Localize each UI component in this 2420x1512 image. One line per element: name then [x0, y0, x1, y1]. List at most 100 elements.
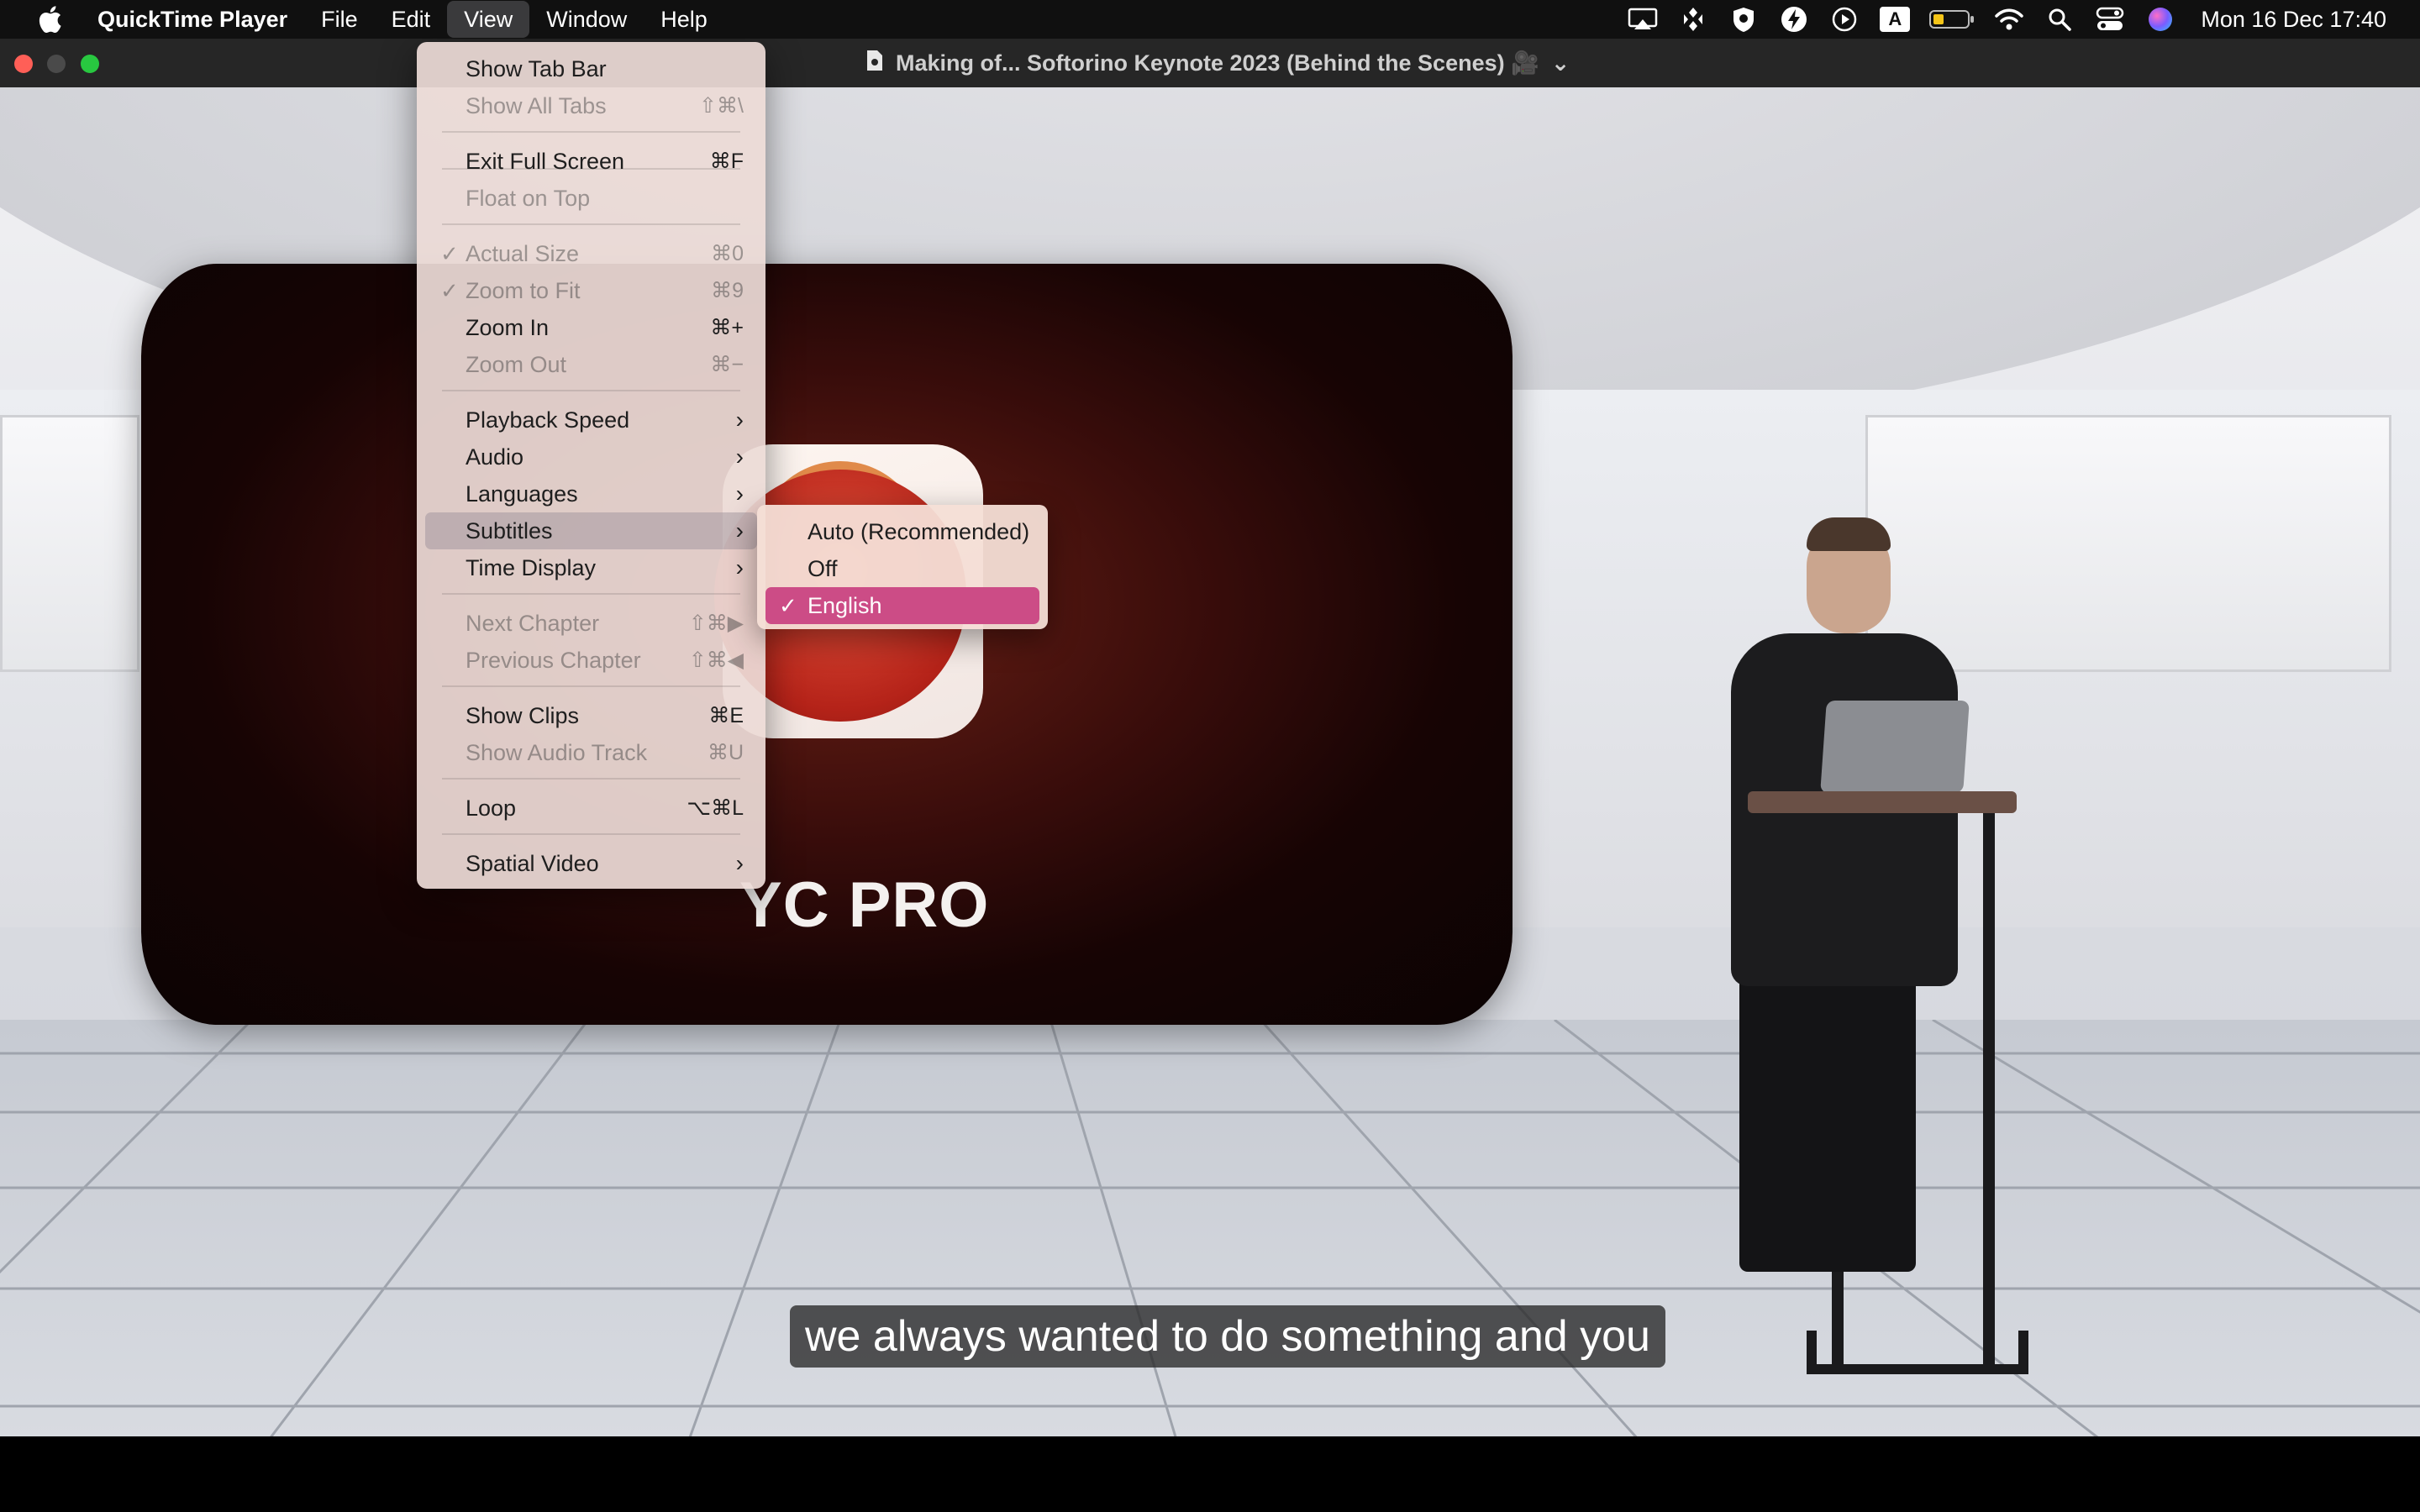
menu-separator — [442, 390, 740, 391]
menu-item-label: Exit Full Screen — [466, 148, 625, 174]
menu-item-exit-full-screen[interactable]: Exit Full Screen ⌘F — [425, 143, 757, 180]
chevron-right-icon: › — [735, 480, 744, 507]
menu-bar: QuickTime Player File Edit View Window H… — [0, 0, 2420, 39]
file-menu[interactable]: File — [304, 0, 375, 39]
subtitles-submenu: Auto (Recommended) Off ✓ English — [757, 505, 1048, 629]
table-leg — [1983, 810, 1995, 1364]
menu-bar-left: QuickTime Player File Edit View Window H… — [0, 0, 724, 39]
menu-item-label: Time Display — [466, 554, 597, 580]
menu-item-next-chapter: Next Chapter ⇧⌘▶ — [425, 605, 757, 642]
menu-item-shortcut: ⌘9 — [711, 279, 744, 302]
subtitle-option-english[interactable]: ✓ English — [765, 587, 1039, 624]
window-title-text: Making of... Softorino Keynote 2023 (Beh… — [896, 50, 1539, 76]
menu-item-label: Show All Tabs — [466, 92, 607, 118]
menu-item-label: Actual Size — [466, 240, 580, 266]
menu-item-shortcut: ⌘+ — [710, 316, 744, 339]
menu-item-label: Next Chapter — [466, 610, 600, 636]
checkmark-icon: ✓ — [440, 240, 459, 266]
menu-item-float-on-top: Float on Top — [425, 180, 757, 217]
menu-item-loop[interactable]: Loop ⌥⌘L — [425, 790, 757, 827]
presenter-legs — [1739, 969, 1916, 1272]
battery-icon[interactable] — [1927, 0, 1977, 39]
subtitle-option-label: Off — [808, 555, 838, 581]
view-menu[interactable]: View — [447, 1, 530, 38]
checkmark-icon: ✓ — [440, 277, 459, 303]
chevron-down-icon: ⌄ — [1550, 50, 1570, 76]
shield-icon[interactable] — [1725, 0, 1762, 39]
menu-item-shortcut: ⌘0 — [711, 242, 744, 265]
menu-item-time-display[interactable]: Time Display › — [425, 549, 757, 586]
menu-item-label: Show Audio Track — [466, 739, 648, 765]
search-icon[interactable] — [2041, 0, 2078, 39]
video-area[interactable]: YC PRO we always wanted to do something … — [0, 87, 2420, 1436]
menu-item-languages[interactable]: Languages › — [425, 475, 757, 512]
control-center-icon[interactable] — [2091, 0, 2128, 39]
menu-separator — [442, 223, 740, 225]
subtitle-option-off[interactable]: Off — [765, 550, 1039, 587]
menu-item-label: Show Clips — [466, 702, 580, 728]
subtitle-option-auto-recommended[interactable]: Auto (Recommended) — [765, 513, 1039, 550]
siri-icon[interactable] — [2142, 0, 2179, 39]
window-menu[interactable]: Window — [529, 0, 644, 39]
menu-item-zoom-in[interactable]: Zoom In ⌘+ — [425, 309, 757, 346]
menu-item-actual-size: ✓ Actual Size ⌘0 — [425, 235, 757, 272]
apple-icon[interactable] — [34, 0, 66, 39]
menu-item-show-audio-track: Show Audio Track ⌘U — [425, 734, 757, 771]
menu-item-zoom-to-fit: ✓ Zoom to Fit ⌘9 — [425, 272, 757, 309]
menu-separator — [442, 593, 740, 595]
menu-item-audio[interactable]: Audio › — [425, 438, 757, 475]
minimize-button[interactable] — [47, 55, 66, 73]
presenter-hair — [1807, 517, 1891, 551]
studio-window — [0, 415, 139, 672]
menu-item-label: Subtitles — [466, 517, 553, 543]
floor-grid — [0, 1020, 2420, 1436]
menu-item-label: Previous Chapter — [466, 647, 641, 673]
wifi-icon[interactable] — [1991, 0, 2028, 39]
menu-item-spatial-video[interactable]: Spatial Video › — [425, 845, 757, 882]
script-editor-icon[interactable] — [1675, 0, 1712, 39]
menu-item-label: Zoom Out — [466, 351, 567, 377]
menu-item-shortcut: ⌘− — [710, 353, 744, 376]
menu-item-label: Show Tab Bar — [466, 55, 607, 81]
close-button[interactable] — [14, 55, 33, 73]
menu-item-shortcut: ⌘F — [709, 150, 744, 173]
input-source-icon[interactable]: A — [1876, 0, 1913, 39]
menu-item-label: Float on Top — [466, 185, 591, 211]
chevron-right-icon: › — [735, 407, 744, 433]
subtitle-option-label: English — [808, 592, 882, 618]
menu-item-subtitles[interactable]: Subtitles › — [425, 512, 757, 549]
table-base — [1807, 1331, 2028, 1374]
menu-item-playback-speed[interactable]: Playback Speed › — [425, 402, 757, 438]
menu-item-zoom-out: Zoom Out ⌘− — [425, 346, 757, 383]
status-area: A Mon 16 Dec 17:40 — [1618, 0, 2420, 39]
menu-item-shortcut: ⇧⌘◀ — [688, 648, 744, 672]
fullscreen-button[interactable] — [81, 55, 99, 73]
letterbox-bar — [0, 1436, 2420, 1512]
checkmark-icon: ✓ — [779, 592, 797, 618]
help-menu[interactable]: Help — [644, 0, 724, 39]
menu-item-show-clips[interactable]: Show Clips ⌘E — [425, 697, 757, 734]
menu-item-shortcut: ⌘E — [708, 704, 744, 727]
menu-item-label: Audio — [466, 444, 524, 470]
menu-item-label: Zoom In — [466, 314, 550, 340]
window-title[interactable]: Making of... Softorino Keynote 2023 (Beh… — [865, 39, 1570, 87]
cast-icon[interactable] — [1624, 0, 1661, 39]
chevron-right-icon: › — [735, 554, 744, 580]
menu-item-show-tab-bar[interactable]: Show Tab Bar — [425, 50, 757, 87]
menu-separator — [442, 685, 740, 687]
menu-item-label: Playback Speed — [466, 407, 630, 433]
menu-item-previous-chapter: Previous Chapter ⇧⌘◀ — [425, 642, 757, 679]
studio-window — [1865, 415, 2391, 672]
menu-item-label: Loop — [466, 795, 517, 821]
app-menu[interactable]: QuickTime Player — [91, 0, 304, 39]
bolt-icon[interactable] — [1776, 0, 1812, 39]
play-circle-icon[interactable] — [1826, 0, 1863, 39]
laptop — [1820, 701, 1970, 793]
edit-menu[interactable]: Edit — [375, 0, 448, 39]
menu-separator — [442, 131, 740, 133]
view-menu-dropdown: Show Tab Bar Show All Tabs ⇧⌘\ Exit Full Sc… — [417, 42, 765, 889]
menu-bar-clock[interactable]: Mon 16 Dec 17:40 — [2201, 7, 2386, 33]
document-icon — [865, 49, 884, 78]
menu-item-shortcut: ⌥⌘L — [687, 796, 744, 820]
input-source-label: A — [1880, 7, 1911, 32]
